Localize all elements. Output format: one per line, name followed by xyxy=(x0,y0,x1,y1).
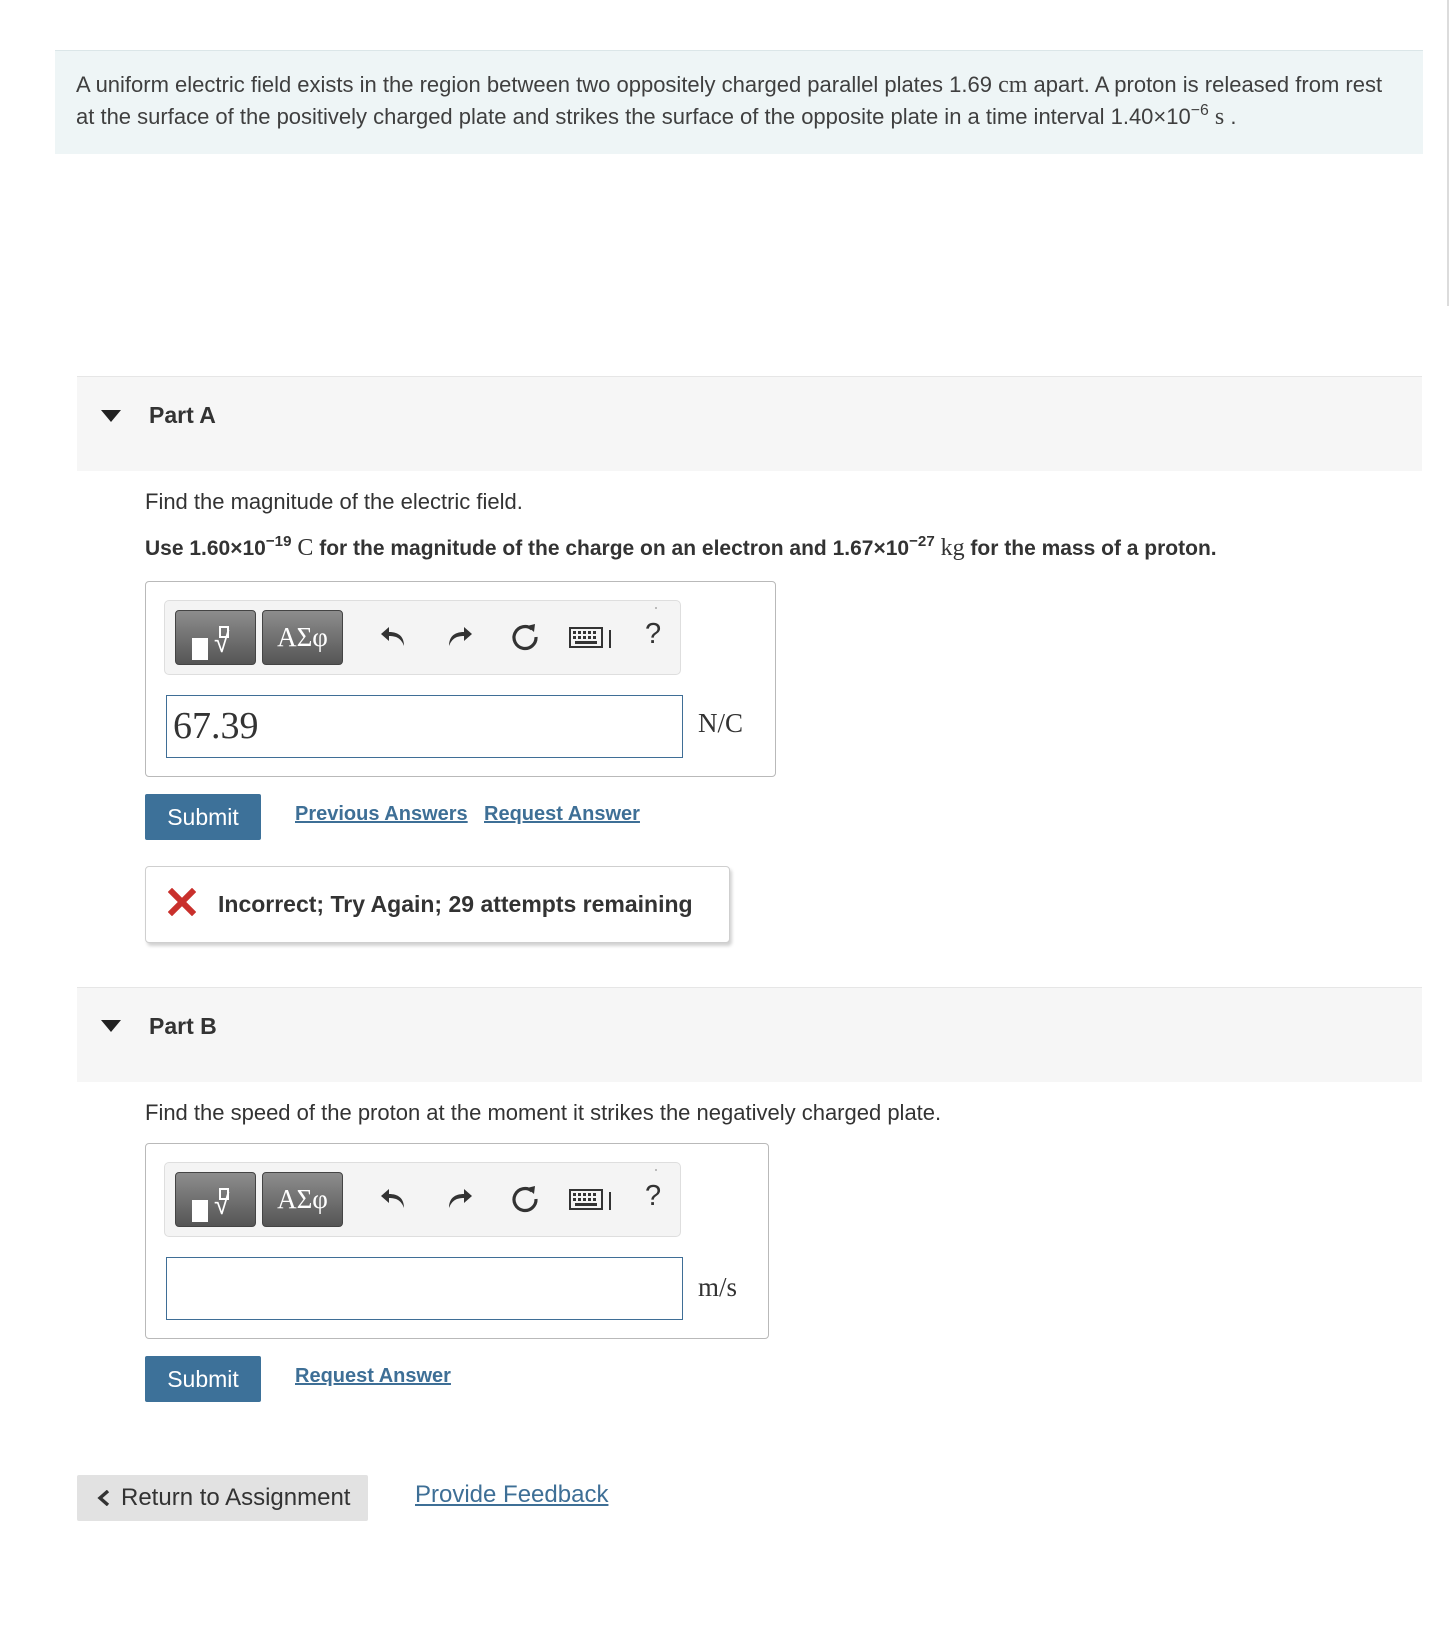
part-a-submit-button[interactable]: Submit xyxy=(145,794,261,840)
templates-button[interactable]: √ xyxy=(175,610,256,665)
part-a-prompt: Find the magnitude of the electric field… xyxy=(145,489,523,514)
problem-intro: A uniform electric field exists in the r… xyxy=(55,50,1423,154)
math-toolbar: √ ΑΣφ ? xyxy=(164,1162,681,1237)
part-a-request-answer-link[interactable]: Request Answer xyxy=(484,803,640,826)
math-toolbar: √ ΑΣφ ? xyxy=(164,600,681,675)
part-a-hint: Use 1.60×10−19 C for the magnitude of th… xyxy=(145,533,1217,561)
reset-icon[interactable] xyxy=(507,1181,543,1217)
templates-button[interactable]: √ xyxy=(175,1172,256,1227)
help-button[interactable]: ? xyxy=(645,1180,661,1213)
symbols-button[interactable]: ΑΣφ xyxy=(262,1172,343,1227)
part-b-answer-box: √ ΑΣφ ? m/s xyxy=(145,1143,769,1339)
symbols-button[interactable]: ΑΣφ xyxy=(262,610,343,665)
part-a-title: Part A xyxy=(149,402,216,428)
part-b-header[interactable]: Part B xyxy=(77,987,1422,1082)
undo-icon[interactable] xyxy=(376,619,412,655)
redo-icon[interactable] xyxy=(441,619,477,655)
part-b-unit: m/s xyxy=(698,1272,738,1302)
provide-feedback-link[interactable]: Provide Feedback xyxy=(415,1481,608,1509)
part-b-submit-button[interactable]: Submit xyxy=(145,1356,261,1402)
part-b-request-answer-link[interactable]: Request Answer xyxy=(295,1365,451,1388)
part-b-title: Part B xyxy=(149,1013,217,1039)
incorrect-feedback: Incorrect; Try Again; 29 attempts remain… xyxy=(145,866,730,943)
caret-down-icon[interactable] xyxy=(101,410,121,422)
toolbar-dot xyxy=(655,1169,657,1171)
incorrect-x-icon xyxy=(168,888,196,916)
chevron-left-icon xyxy=(97,1490,110,1506)
intro-line-1: A uniform electric field exists in the r… xyxy=(76,72,1383,98)
part-a-answer-box: √ ΑΣφ ? 67.39 N/C xyxy=(145,581,776,777)
part-b-answer-input[interactable] xyxy=(166,1257,683,1320)
feedback-text: Incorrect; Try Again; 29 attempts remain… xyxy=(218,891,693,917)
reset-icon[interactable] xyxy=(507,619,543,655)
caret-down-icon[interactable] xyxy=(101,1020,121,1032)
redo-icon[interactable] xyxy=(441,1181,477,1217)
intro-line-2: at the surface of the positively charged… xyxy=(76,101,1237,130)
scroll-edge xyxy=(1447,0,1449,306)
part-a-header[interactable]: Part A xyxy=(77,376,1422,471)
sqrt-icon: √ xyxy=(214,1189,230,1220)
part-b-prompt: Find the speed of the proton at the mome… xyxy=(145,1100,942,1125)
undo-icon[interactable] xyxy=(376,1181,412,1217)
toolbar-dot xyxy=(655,607,657,609)
sqrt-icon: √ xyxy=(214,627,230,658)
template-box-icon xyxy=(192,1200,208,1222)
help-button[interactable]: ? xyxy=(645,618,661,651)
template-box-icon xyxy=(192,638,208,660)
keyboard-icon[interactable] xyxy=(569,619,615,655)
keyboard-icon[interactable] xyxy=(569,1181,615,1217)
part-a-answer-input[interactable]: 67.39 xyxy=(166,695,683,758)
part-a-unit: N/C xyxy=(698,708,744,738)
previous-answers-link[interactable]: Previous Answers xyxy=(295,803,468,826)
return-label: Return to Assignment xyxy=(121,1484,351,1511)
return-to-assignment-button[interactable]: Return to Assignment xyxy=(77,1475,368,1521)
